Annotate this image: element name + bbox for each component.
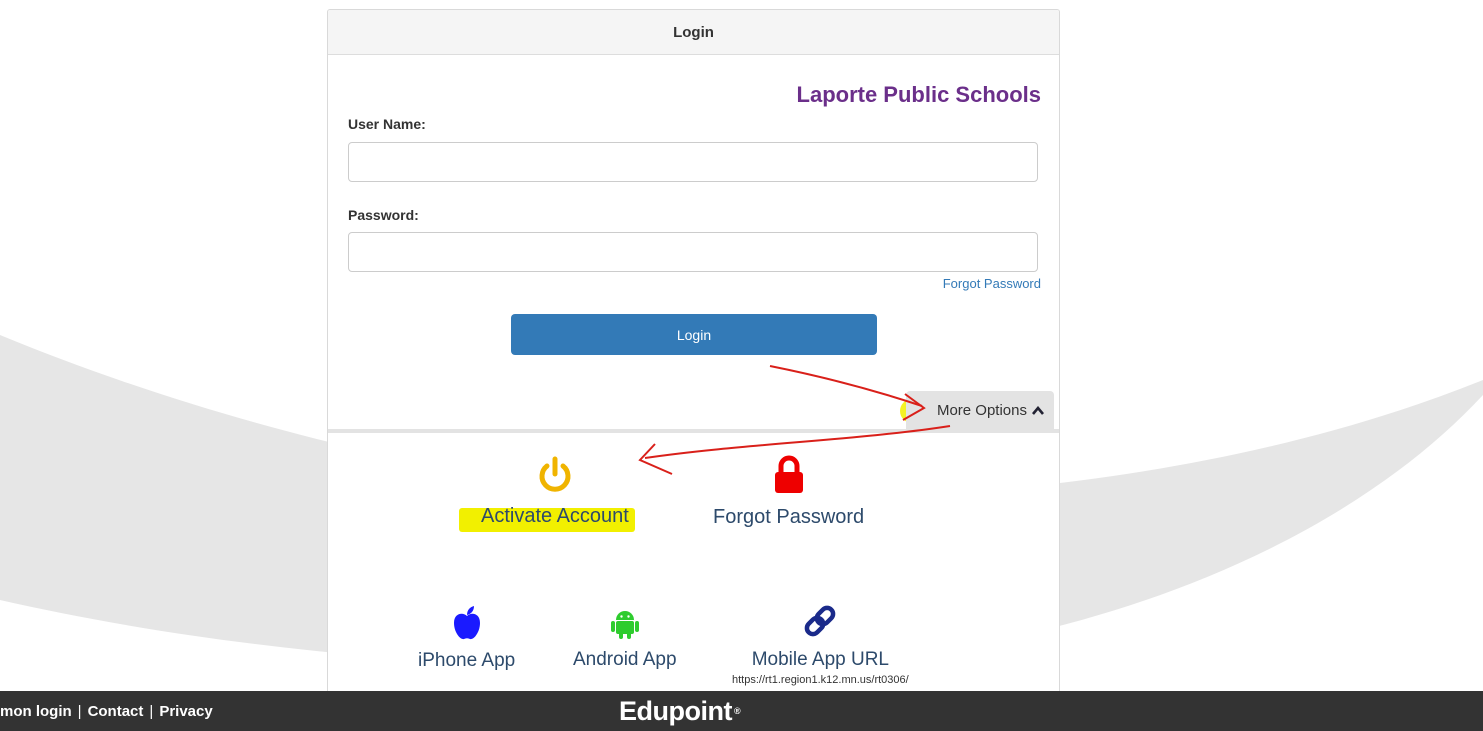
more-options-label: More Options — [936, 401, 1027, 419]
password-label: Password: — [348, 207, 419, 223]
activate-account-option[interactable]: Activate Account — [459, 456, 635, 532]
apple-icon — [451, 605, 483, 646]
mobile-app-url-label: Mobile App URL — [751, 649, 889, 670]
forgot-password-link[interactable]: Forgot Password — [943, 276, 1041, 291]
forgot-password-option[interactable]: Forgot Password — [713, 455, 864, 529]
footer-contact-link[interactable]: Contact — [88, 703, 144, 720]
link-icon — [801, 602, 839, 645]
mobile-app-url-option[interactable]: Mobile App URL https://rt1.region1.k12.m… — [732, 602, 909, 686]
android-app-option[interactable]: Android App — [573, 608, 677, 671]
edupoint-brand: Edupoint — [619, 695, 732, 726]
mobile-url-text[interactable]: https://rt1.region1.k12.mn.us/rt0306/ — [732, 674, 909, 686]
username-label: User Name: — [348, 116, 426, 132]
footer-login-link[interactable]: mon login — [0, 703, 72, 720]
forgot-password-label: Forgot Password — [713, 506, 865, 528]
lock-icon — [772, 455, 806, 500]
options-divider — [328, 429, 1059, 433]
android-app-label: Android App — [573, 649, 677, 670]
more-options-tab[interactable]: More Options — [900, 391, 1054, 429]
username-input[interactable] — [348, 142, 1038, 182]
footer-separator: | — [149, 702, 154, 720]
footer-bar: mon login | Contact | Privacy Edupoint ® — [0, 691, 1483, 731]
password-input[interactable] — [348, 232, 1038, 272]
login-panel: Login Laporte Public Schools User Name: … — [327, 9, 1060, 692]
chevron-up-icon — [1032, 405, 1044, 415]
login-button[interactable]: Login — [511, 314, 877, 355]
panel-header: Login — [328, 10, 1059, 55]
footer-separator: | — [77, 702, 82, 720]
android-icon — [610, 608, 640, 645]
edupoint-logo: Edupoint ® — [619, 695, 741, 726]
footer-privacy-link[interactable]: Privacy — [159, 703, 212, 720]
activate-account-label: Activate Account — [459, 505, 635, 532]
power-icon — [536, 456, 574, 499]
iphone-app-option[interactable]: iPhone App — [418, 605, 515, 672]
iphone-app-label: iPhone App — [418, 650, 516, 671]
district-name: Laporte Public Schools — [796, 82, 1041, 107]
footer-links: mon login | Contact | Privacy — [0, 691, 213, 731]
